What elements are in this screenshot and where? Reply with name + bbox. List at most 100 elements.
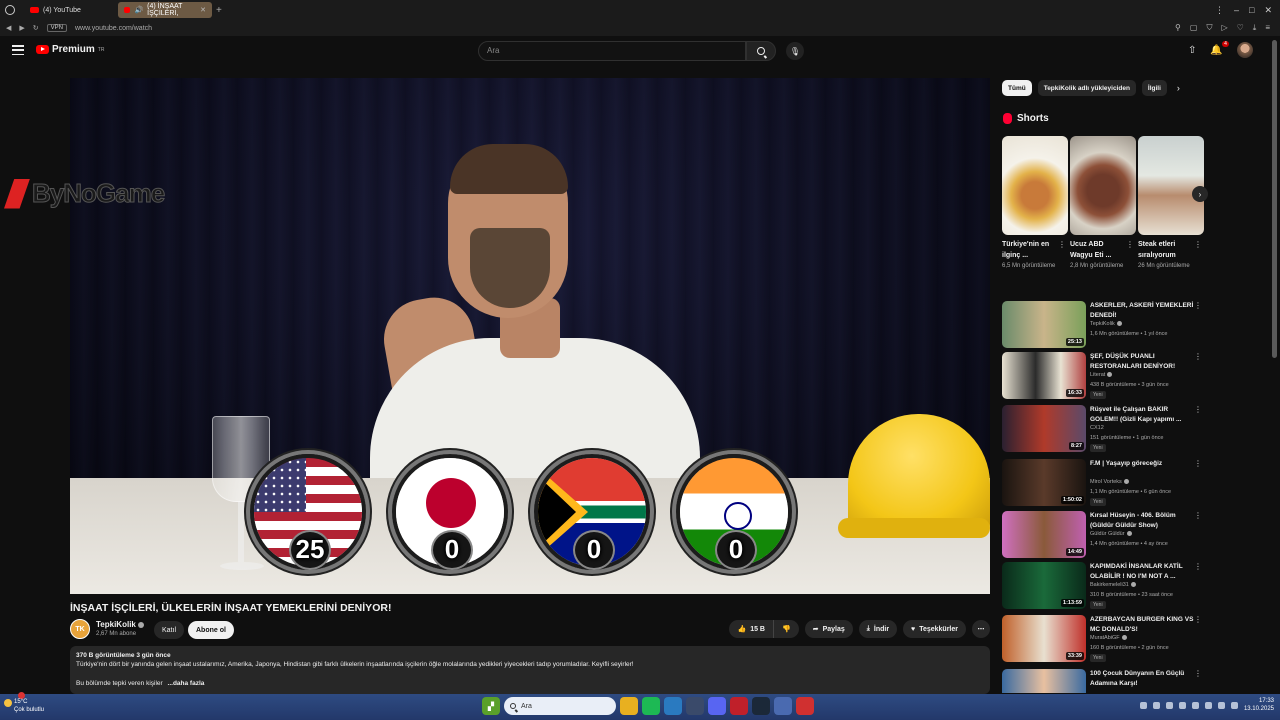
- chip-all[interactable]: Tümü: [1002, 80, 1032, 96]
- new-tab-button[interactable]: +: [216, 5, 222, 16]
- tray-icon[interactable]: [1178, 701, 1186, 709]
- weather-widget[interactable]: 15°C Çok bulutlu: [14, 698, 44, 714]
- maximize-icon[interactable]: □: [1249, 5, 1254, 16]
- account-avatar[interactable]: [1236, 42, 1253, 58]
- wifi-icon[interactable]: [1217, 701, 1225, 709]
- steam-icon[interactable]: [752, 697, 770, 715]
- youtube-favicon-icon: [30, 7, 39, 13]
- tray-icon[interactable]: [1152, 701, 1160, 709]
- youtube-logo[interactable]: Premium TR: [36, 44, 104, 55]
- short-item[interactable]: Türkiye'nin en ilginç ... 6,5 Mn görüntü…: [1002, 136, 1068, 271]
- more-options-icon[interactable]: ⋮: [1194, 459, 1202, 468]
- more-options-icon[interactable]: ⋮: [1126, 240, 1134, 249]
- edge-icon[interactable]: [664, 697, 682, 715]
- taskbar-search[interactable]: Ara: [504, 697, 616, 715]
- snapshot-icon[interactable]: ▢: [1190, 23, 1198, 33]
- reload-icon[interactable]: ↻: [33, 24, 39, 32]
- chevron-right-icon[interactable]: ›: [1177, 83, 1180, 93]
- recommendation-item[interactable]: 25:13 ASKERLER, ASKERİ YEMEKLERİ DENEDİ!…: [1002, 301, 1202, 349]
- file-explorer-icon[interactable]: [620, 697, 638, 715]
- page-scrollbar[interactable]: [1272, 40, 1277, 358]
- join-button[interactable]: Katıl: [154, 621, 185, 639]
- download-button[interactable]: ⤓ İndir: [858, 620, 898, 638]
- recommendation-item[interactable]: 1:50:02 F.M | Yaşayıp göreceğiz Mirol Vo…: [1002, 459, 1202, 507]
- thanks-button[interactable]: ♥ Teşekkürler: [903, 620, 966, 638]
- more-options-icon[interactable]: ⋮: [1194, 240, 1202, 249]
- subscribe-button[interactable]: Abone ol: [188, 621, 234, 639]
- recommendation-item[interactable]: 33:39 AZERBAYCAN BURGER KING VS MC DONAL…: [1002, 615, 1202, 663]
- tab-youtube[interactable]: (4) YouTube: [24, 2, 114, 18]
- close-tab-icon[interactable]: ✕: [200, 6, 206, 14]
- video-duration: 8:27: [1068, 442, 1084, 450]
- video-title: ŞEF, DÜŞÜK PUANLI RESTORANLARI DENİYOR!: [1090, 353, 1176, 370]
- minimize-icon[interactable]: –: [1234, 5, 1239, 16]
- taskbar-clock[interactable]: 17:33 13.10.2025: [1244, 697, 1274, 713]
- tray-icon[interactable]: [1165, 701, 1173, 709]
- recommendation-item[interactable]: 14:49 Kırsal Hüseyin - 406. Bölüm (Güldü…: [1002, 511, 1202, 559]
- video-player[interactable]: 25 0 0 0: [70, 78, 990, 594]
- search-button[interactable]: [746, 41, 776, 61]
- share-button[interactable]: ➦ Paylaş: [804, 620, 853, 638]
- extension-icon[interactable]: ⚲: [1175, 23, 1181, 33]
- video-title: Kırsal Hüseyin - 406. Bölüm (Güldür Güld…: [1090, 512, 1176, 529]
- recommendation-item[interactable]: 8:27 Rüşvet ile Çalışan BAKIR GOLEM!! (G…: [1002, 405, 1202, 453]
- download-icon[interactable]: ⤓: [1253, 23, 1257, 33]
- tray-icon[interactable]: [1191, 701, 1199, 709]
- short-thumbnail: [1002, 136, 1068, 235]
- heart-icon[interactable]: ♡: [1237, 23, 1244, 33]
- channel-avatar[interactable]: TK: [70, 619, 90, 639]
- vpn-badge[interactable]: VPN: [46, 24, 67, 32]
- app-icon[interactable]: [774, 697, 792, 715]
- opera-icon[interactable]: [730, 697, 748, 715]
- back-icon[interactable]: ◀: [6, 24, 11, 32]
- dislike-button[interactable]: 👎: [772, 620, 799, 638]
- spotify-icon[interactable]: [642, 697, 660, 715]
- browser-icon[interactable]: [796, 697, 814, 715]
- search-input[interactable]: Ara: [478, 41, 746, 61]
- forward-icon[interactable]: ▶: [19, 24, 24, 32]
- volume-icon[interactable]: [1230, 701, 1238, 709]
- video-meta: 310 B görüntüleme • 23 saat önce: [1090, 592, 1173, 598]
- shorts-next-button[interactable]: ›: [1192, 186, 1208, 202]
- more-options-icon[interactable]: ⋮: [1194, 301, 1202, 310]
- more-options-icon[interactable]: ⋮: [1194, 511, 1202, 520]
- player-icon[interactable]: ▷: [1221, 23, 1227, 33]
- score-india: 0: [728, 534, 744, 564]
- more-actions-button[interactable]: ⋯: [972, 620, 990, 638]
- url-field[interactable]: www.youtube.com/watch: [75, 25, 152, 32]
- browser-menu-icon[interactable]: [0, 0, 20, 20]
- more-options-icon[interactable]: ⋮: [1194, 405, 1202, 414]
- upload-icon[interactable]: ⇧: [1188, 45, 1196, 56]
- shield-icon[interactable]: ⛉: [1206, 23, 1212, 33]
- description-box[interactable]: 370 B görüntüleme 3 gün önce Türkiye'nin…: [70, 646, 990, 694]
- tray-icon[interactable]: [1139, 701, 1147, 709]
- more-options-icon[interactable]: ⋮: [1194, 352, 1202, 361]
- recommendation-item[interactable]: 100 Çocuk Dünyanın En Güçlü Adamına Karş…: [1002, 669, 1202, 693]
- more-options-icon[interactable]: ⋮: [1194, 615, 1202, 624]
- chip-related[interactable]: İlgili: [1141, 80, 1167, 96]
- chip-from-uploader[interactable]: TepkiKolik adlı yükleyiciden: [1037, 80, 1136, 96]
- recommendation-item[interactable]: 16:33 ŞEF, DÜŞÜK PUANLI RESTORANLARI DEN…: [1002, 352, 1202, 400]
- more-options-icon[interactable]: ⋮: [1058, 240, 1066, 249]
- thumbs-up-icon: 👍: [737, 626, 747, 633]
- notifications-bell-icon[interactable]: 🔔 4: [1210, 40, 1229, 56]
- discord-icon[interactable]: [708, 697, 726, 715]
- browser-settings-icon[interactable]: ≡: [1265, 23, 1270, 33]
- short-item[interactable]: Steak etleri sıralıyorum 26 Mn görüntüle…: [1138, 136, 1204, 271]
- show-more-link[interactable]: ...daha fazla: [168, 680, 205, 687]
- app-icon[interactable]: [686, 697, 704, 715]
- close-window-icon[interactable]: ✕: [1264, 5, 1272, 16]
- tabs-menu-icon[interactable]: ⋮: [1215, 5, 1224, 16]
- channel-name[interactable]: TepkiKolik: [96, 620, 144, 629]
- tab-current-video[interactable]: 🔊 (4) İNŞAAT İŞÇİLERİ, ✕: [118, 2, 212, 18]
- more-options-icon[interactable]: ⋮: [1194, 562, 1202, 571]
- recommendation-item[interactable]: 1:13:59 KAPIMDAKİ İNSANLAR KATİL OLABİLİ…: [1002, 562, 1202, 610]
- weather-icon[interactable]: [4, 699, 12, 707]
- start-button[interactable]: ▞: [482, 697, 500, 715]
- tray-icon[interactable]: [1204, 701, 1212, 709]
- short-item[interactable]: Ucuz ABD Wagyu Eti ... 2,8 Mn görüntülem…: [1070, 136, 1136, 271]
- more-options-icon[interactable]: ⋮: [1194, 669, 1202, 678]
- menu-icon[interactable]: [12, 45, 24, 55]
- voice-search-button[interactable]: 🎙: [786, 42, 804, 60]
- like-button[interactable]: 👍 15 B: [729, 620, 773, 638]
